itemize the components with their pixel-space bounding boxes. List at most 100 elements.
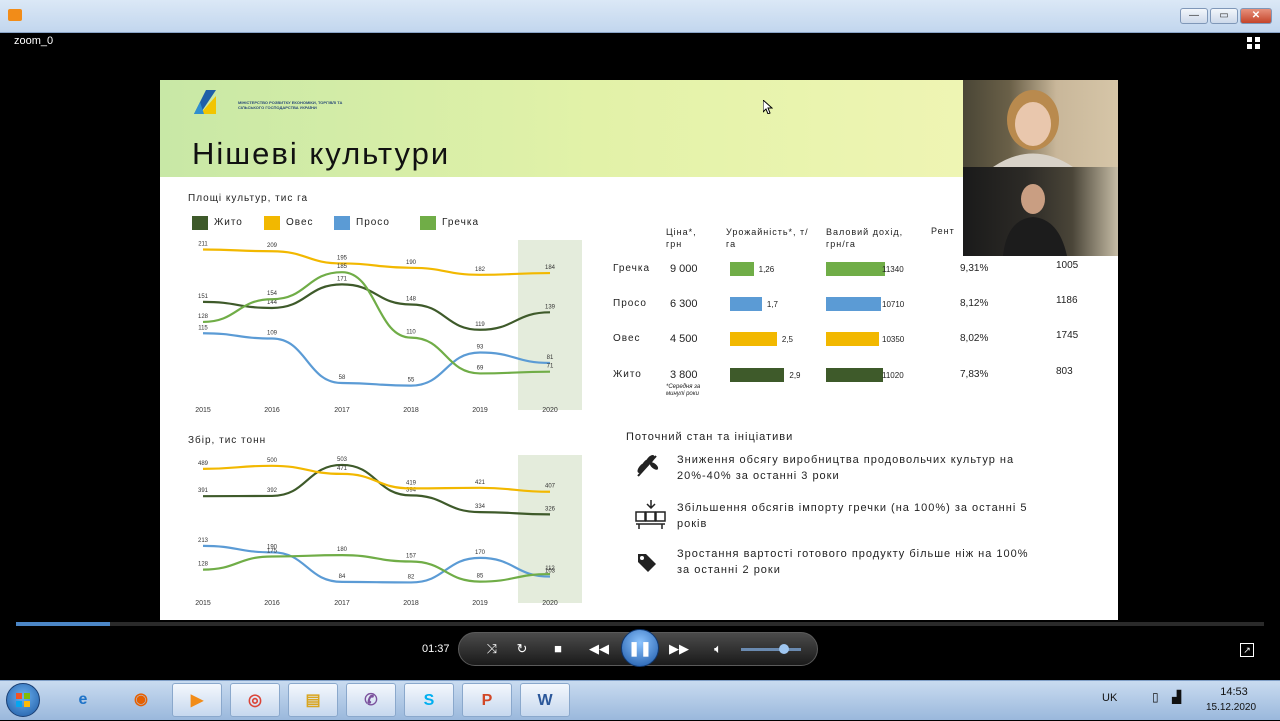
pause-button[interactable]: ❚❚: [621, 629, 659, 667]
data-label: 93: [477, 344, 484, 350]
window-title-bar: — ▭ ✕: [0, 0, 1280, 33]
series-line: [202, 544, 551, 584]
start-button[interactable]: [6, 683, 40, 717]
folder-icon[interactable]: ▤: [288, 683, 338, 717]
viber-icon[interactable]: ✆: [346, 683, 396, 717]
data-label: 58: [339, 375, 346, 381]
crop-name: Жито: [613, 369, 642, 380]
data-label: 55: [408, 378, 415, 384]
repeat-icon[interactable]: ↻: [512, 638, 532, 660]
crop-name: Овес: [613, 333, 641, 344]
close-button[interactable]: ✕: [1240, 8, 1272, 24]
skype-icon[interactable]: S: [404, 683, 454, 717]
volume-slider[interactable]: [741, 648, 801, 651]
yield-bar: [730, 368, 785, 382]
status-text: Збільшення обсягів імпорту гречки (на 10…: [677, 502, 1028, 514]
status-text: Зниження обсягу виробництва продовольчих…: [677, 454, 1015, 466]
legend-label: Гречка: [442, 217, 480, 228]
media-player-icon[interactable]: ▶: [172, 683, 222, 717]
price-tag-icon: [634, 550, 660, 581]
next-button[interactable]: ▶▶: [666, 638, 692, 660]
yield-bar: [730, 332, 777, 346]
battery-icon[interactable]: ▯: [1152, 690, 1159, 704]
data-label: 85: [477, 574, 484, 580]
data-label: 421: [475, 480, 486, 486]
extra-value: 1186: [1056, 295, 1078, 306]
yield-bar: [730, 297, 762, 311]
seek-bar[interactable]: [16, 622, 1264, 626]
participant-1-avatar: [993, 90, 1073, 167]
price-value: 6 300: [670, 298, 698, 310]
chart1-title: Площі культур, тис га: [188, 193, 309, 204]
status-title: Поточний стан та ініціативи: [626, 431, 794, 443]
data-label: 71: [547, 364, 554, 370]
data-label: 110: [406, 330, 416, 336]
area-line-chart: 151 144 171 148 119 139 211 209 195 190 182 184 115 1…: [195, 240, 582, 414]
rent-value: 8,02%: [960, 333, 989, 344]
wheat-icon: [634, 452, 662, 483]
income-bar: [826, 262, 885, 276]
income-value: 11340: [882, 265, 904, 274]
data-label: 128: [198, 562, 209, 568]
switch-to-now-playing-icon[interactable]: ↗: [1240, 643, 1254, 657]
yield-value: 2,5: [781, 335, 793, 344]
income-value: 10350: [882, 335, 905, 344]
data-label: 407: [545, 484, 556, 490]
elapsed-time: 01:37: [422, 643, 450, 655]
data-label: 144: [267, 300, 278, 306]
firefox-icon[interactable]: ◉: [116, 683, 166, 717]
word-icon[interactable]: W: [520, 683, 570, 717]
ministry-name: МІНІСТЕРСТВО РОЗВИТКУ ЕКОНОМІКИ, ТОРГІВЛ…: [238, 100, 343, 110]
income-header: Валовий дохід, грн/га: [826, 227, 904, 249]
series-line: [202, 332, 551, 387]
stop-button[interactable]: ■: [548, 638, 568, 660]
chart2-title: Збір, тис тонн: [188, 435, 267, 446]
data-label: 175: [267, 548, 278, 554]
data-label: 69: [477, 365, 484, 371]
status-text: Зростання вартості готового продукту біл…: [677, 548, 1029, 560]
data-label: 182: [475, 267, 486, 273]
minimize-button[interactable]: —: [1180, 8, 1208, 24]
price-value: 4 500: [670, 333, 698, 345]
rent-value: 7,83%: [960, 369, 989, 380]
previous-button[interactable]: ◀◀: [586, 638, 612, 660]
clock-date[interactable]: 15.12.2020: [1200, 702, 1262, 713]
data-label: 334: [475, 504, 486, 510]
data-label: 419: [406, 480, 417, 486]
restore-button[interactable]: ▭: [1210, 8, 1238, 24]
shuffle-icon[interactable]: ⤨: [482, 638, 502, 660]
x-tick-label: 2019: [472, 407, 488, 414]
yield-bar: [730, 262, 754, 276]
data-label: 209: [267, 243, 278, 249]
participant-video-2[interactable]: [963, 167, 1118, 256]
legend-label: Овес: [286, 217, 314, 228]
income-bar: [826, 368, 883, 382]
volume-icon[interactable]: 🔈︎: [708, 638, 728, 660]
seek-bar-progress: [16, 622, 110, 626]
price-header: Ціна*, грн: [666, 227, 697, 249]
data-label: 392: [267, 488, 278, 494]
data-label: 211: [198, 241, 208, 247]
yield-value: 1,7: [766, 300, 778, 309]
layout-grid-icon[interactable]: [1246, 36, 1264, 50]
participant-2-avatar: [1003, 184, 1067, 256]
participant-video-1[interactable]: [963, 80, 1118, 167]
extra-value: 1745: [1056, 330, 1079, 341]
data-label: 195: [337, 255, 348, 261]
language-indicator[interactable]: UK: [1102, 692, 1117, 704]
x-tick-label: 2017: [334, 600, 350, 607]
clock-time[interactable]: 14:53: [1210, 686, 1258, 698]
crop-name: Просо: [613, 298, 647, 309]
presentation-slide: МІНІСТЕРСТВО РОЗВИТКУ ЕКОНОМІКИ, ТОРГІВЛ…: [160, 80, 1118, 620]
media-player-app-icon: [8, 9, 22, 21]
powerpoint-icon[interactable]: P: [462, 683, 512, 717]
ie-icon[interactable]: e: [58, 683, 108, 717]
data-label: 109: [267, 331, 278, 337]
price-value: 9 000: [670, 263, 698, 275]
rent-value: 9,31%: [960, 263, 989, 274]
mouse-cursor-icon: [763, 100, 773, 114]
network-icon[interactable]: ▟: [1172, 690, 1181, 704]
chrome-icon[interactable]: ◎: [230, 683, 280, 717]
data-label: 500: [267, 458, 278, 464]
income-value: 10710: [882, 300, 905, 309]
